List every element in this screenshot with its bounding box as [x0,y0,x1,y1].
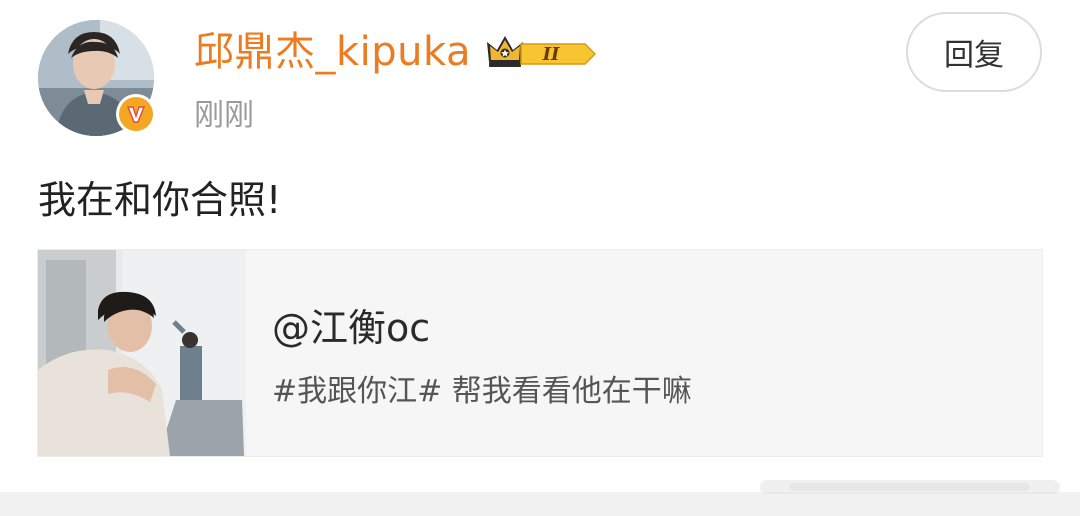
post-text: 我在和你合照! [38,178,282,222]
watermark-logo-icon [760,480,1060,494]
crown-icon: II [487,36,597,67]
username[interactable]: 邱鼎杰_kipuka [194,26,471,78]
verified-badge-icon [116,94,156,134]
weibo-comment-card: 邱鼎杰_kipuka II 刚刚 回复 我在和你合照! @江衡oc #我跟你江#… [0,0,1080,516]
avatar[interactable] [38,20,156,136]
repost-card-body: @江衡oc #我跟你江# 帮我看看他在干嘛 [246,250,1042,456]
repost-card[interactable]: @江衡oc #我跟你江# 帮我看看他在干嘛 [37,249,1043,457]
timestamp: 刚刚 [194,98,254,133]
rank-label: II [542,44,560,65]
fan-rank-badge[interactable]: II [485,32,599,72]
photo-thumbnail-icon [38,250,246,456]
repost-thumbnail [38,250,246,456]
username-row: 邱鼎杰_kipuka II [194,26,599,78]
repost-title[interactable]: @江衡oc [272,304,430,352]
reply-button[interactable]: 回复 [906,12,1042,92]
repost-description: #我跟你江# 帮我看看他在干嘛 [272,374,692,409]
